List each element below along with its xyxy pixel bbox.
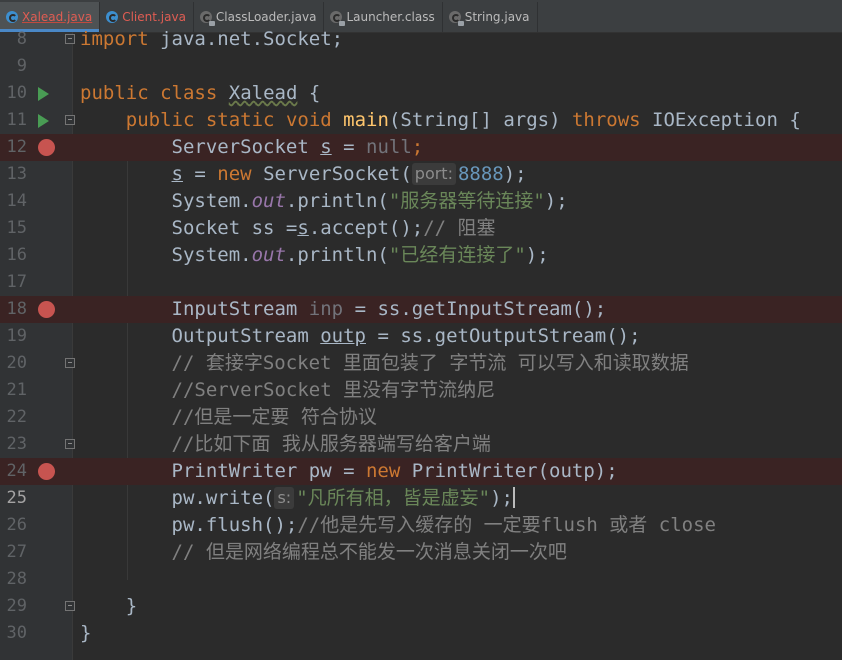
line-number: 28 <box>6 569 27 589</box>
fold-icon[interactable] <box>65 34 75 44</box>
line-number: 20 <box>6 353 27 373</box>
code-text: Socket ss =s.accept();// 阻塞 <box>171 217 496 239</box>
tab-label: Client.java <box>122 10 186 24</box>
code-line-8[interactable]: 8 import java.net.Socket; <box>0 26 842 53</box>
line-number: 18 <box>6 299 27 319</box>
code-text: ServerSocket s = null; <box>171 136 424 158</box>
run-icon[interactable] <box>38 114 49 128</box>
line-number: 19 <box>6 326 27 346</box>
code-line-14[interactable]: 14 System.out.println("服务器等待连接"); <box>0 188 842 215</box>
line-number: 15 <box>6 218 27 238</box>
line-number: 24 <box>6 461 27 481</box>
code-text: pw.write(s: "凡所有相，皆是虚妄"); <box>171 487 515 509</box>
code-line-28[interactable]: 28 <box>0 566 842 593</box>
run-icon[interactable] <box>38 87 49 101</box>
code-text: System.out.println("服务器等待连接"); <box>171 190 568 212</box>
parameter-hint: port: <box>411 163 456 185</box>
line-number: 9 <box>16 56 27 76</box>
code-line-18[interactable]: 18 InputStream inp = ss.getInputStream()… <box>0 296 842 323</box>
line-number: 11 <box>6 110 27 130</box>
code-text: pw.flush();//他是先写入缓存的 一定要flush 或者 close <box>171 514 716 536</box>
code-line-29[interactable]: 29 } <box>0 593 842 620</box>
line-number: 10 <box>6 83 27 103</box>
code-text: OutputStream outp = ss.getOutputStream()… <box>171 325 641 347</box>
line-number: 22 <box>6 407 27 427</box>
line-number: 30 <box>6 623 27 643</box>
tab-label: ClassLoader.java <box>215 10 317 24</box>
code-editor[interactable]: 8 import java.net.Socket; 9 10 public cl… <box>0 28 842 660</box>
breakpoint-icon[interactable] <box>38 463 55 480</box>
code-line-12[interactable]: 12 ServerSocket s = null; <box>0 134 842 161</box>
tab-label: Launcher.class <box>346 10 435 24</box>
code-text: //ServerSocket 里没有字节流纳尼 <box>171 379 496 401</box>
library-class-icon <box>330 11 346 26</box>
code-line-21[interactable]: 21 //ServerSocket 里没有字节流纳尼 <box>0 377 842 404</box>
code-text: } <box>125 595 138 617</box>
code-line-26[interactable]: 26 pw.flush();//他是先写入缓存的 一定要flush 或者 clo… <box>0 512 842 539</box>
code-text: //但是一定要 符合协议 <box>171 406 377 428</box>
code-text: // 套接字Socket 里面包装了 字节流 可以写入和读取数据 <box>171 352 689 374</box>
text-caret <box>512 487 515 508</box>
code-line-22[interactable]: 22 //但是一定要 符合协议 <box>0 404 842 431</box>
line-number: 25 <box>6 488 27 508</box>
code-line-30[interactable]: 30 } <box>0 620 842 647</box>
line-number: 23 <box>6 434 27 454</box>
line-number: 29 <box>6 596 27 616</box>
code-line-11[interactable]: 11 public static void main(String[] args… <box>0 107 842 134</box>
fold-icon[interactable] <box>65 439 75 449</box>
code-line-19[interactable]: 19 OutputStream outp = ss.getOutputStrea… <box>0 323 842 350</box>
breakpoint-icon[interactable] <box>38 301 55 318</box>
code-text: System.out.println("已经有连接了"); <box>171 244 549 266</box>
code-line-10[interactable]: 10 public class Xalead { <box>0 80 842 107</box>
code-text: s = new ServerSocket(port: 8888); <box>171 163 527 185</box>
line-number: 26 <box>6 515 27 535</box>
fold-icon[interactable] <box>65 601 75 611</box>
java-class-icon <box>6 11 18 23</box>
line-number: 21 <box>6 380 27 400</box>
code-line-15[interactable]: 15 Socket ss =s.accept();// 阻塞 <box>0 215 842 242</box>
code-line-16[interactable]: 16 System.out.println("已经有连接了"); <box>0 242 842 269</box>
code-line-20[interactable]: 20 // 套接字Socket 里面包装了 字节流 可以写入和读取数据 <box>0 350 842 377</box>
code-text: } <box>80 622 92 644</box>
library-class-icon <box>199 11 215 26</box>
code-text: public class Xalead { <box>80 82 321 104</box>
line-number: 16 <box>6 245 27 265</box>
code-line-23[interactable]: 23 //比如下面 我从服务器端写给客户端 <box>0 431 842 458</box>
code-line-9[interactable]: 9 <box>0 53 842 80</box>
parameter-hint: s: <box>274 487 295 509</box>
fold-icon[interactable] <box>65 115 75 125</box>
line-number: 13 <box>6 164 27 184</box>
code-text: //比如下面 我从服务器端写给客户端 <box>171 433 491 455</box>
line-number: 14 <box>6 191 27 211</box>
java-class-icon <box>106 11 119 23</box>
code-line-13[interactable]: 13 s = new ServerSocket(port: 8888); <box>0 161 842 188</box>
fold-icon[interactable] <box>65 358 75 368</box>
line-number: 27 <box>6 542 27 562</box>
code-text: import java.net.Socket; <box>80 28 344 50</box>
code-text: PrintWriter pw = new PrintWriter(outp); <box>171 460 618 482</box>
code-line-27[interactable]: 27 // 但是网络编程总不能发一次消息关闭一次吧 <box>0 539 842 566</box>
code-text: public static void main(String[] args) t… <box>125 109 801 131</box>
code-text: InputStream inp = ss.getInputStream(); <box>171 298 607 320</box>
code-line-17[interactable]: 17 <box>0 269 842 296</box>
code-line-24[interactable]: 24 PrintWriter pw = new PrintWriter(outp… <box>0 458 842 485</box>
library-class-icon <box>448 11 464 26</box>
tab-label: Xalead.java <box>22 10 93 24</box>
line-number: 17 <box>6 272 27 292</box>
tab-label: String.java <box>464 10 530 24</box>
code-line-25[interactable]: 25 pw.write(s: "凡所有相，皆是虚妄"); <box>0 485 842 512</box>
breakpoint-icon[interactable] <box>38 139 55 156</box>
line-number: 12 <box>6 137 27 157</box>
code-text: // 但是网络编程总不能发一次消息关闭一次吧 <box>171 541 567 563</box>
line-number: 8 <box>16 29 27 49</box>
